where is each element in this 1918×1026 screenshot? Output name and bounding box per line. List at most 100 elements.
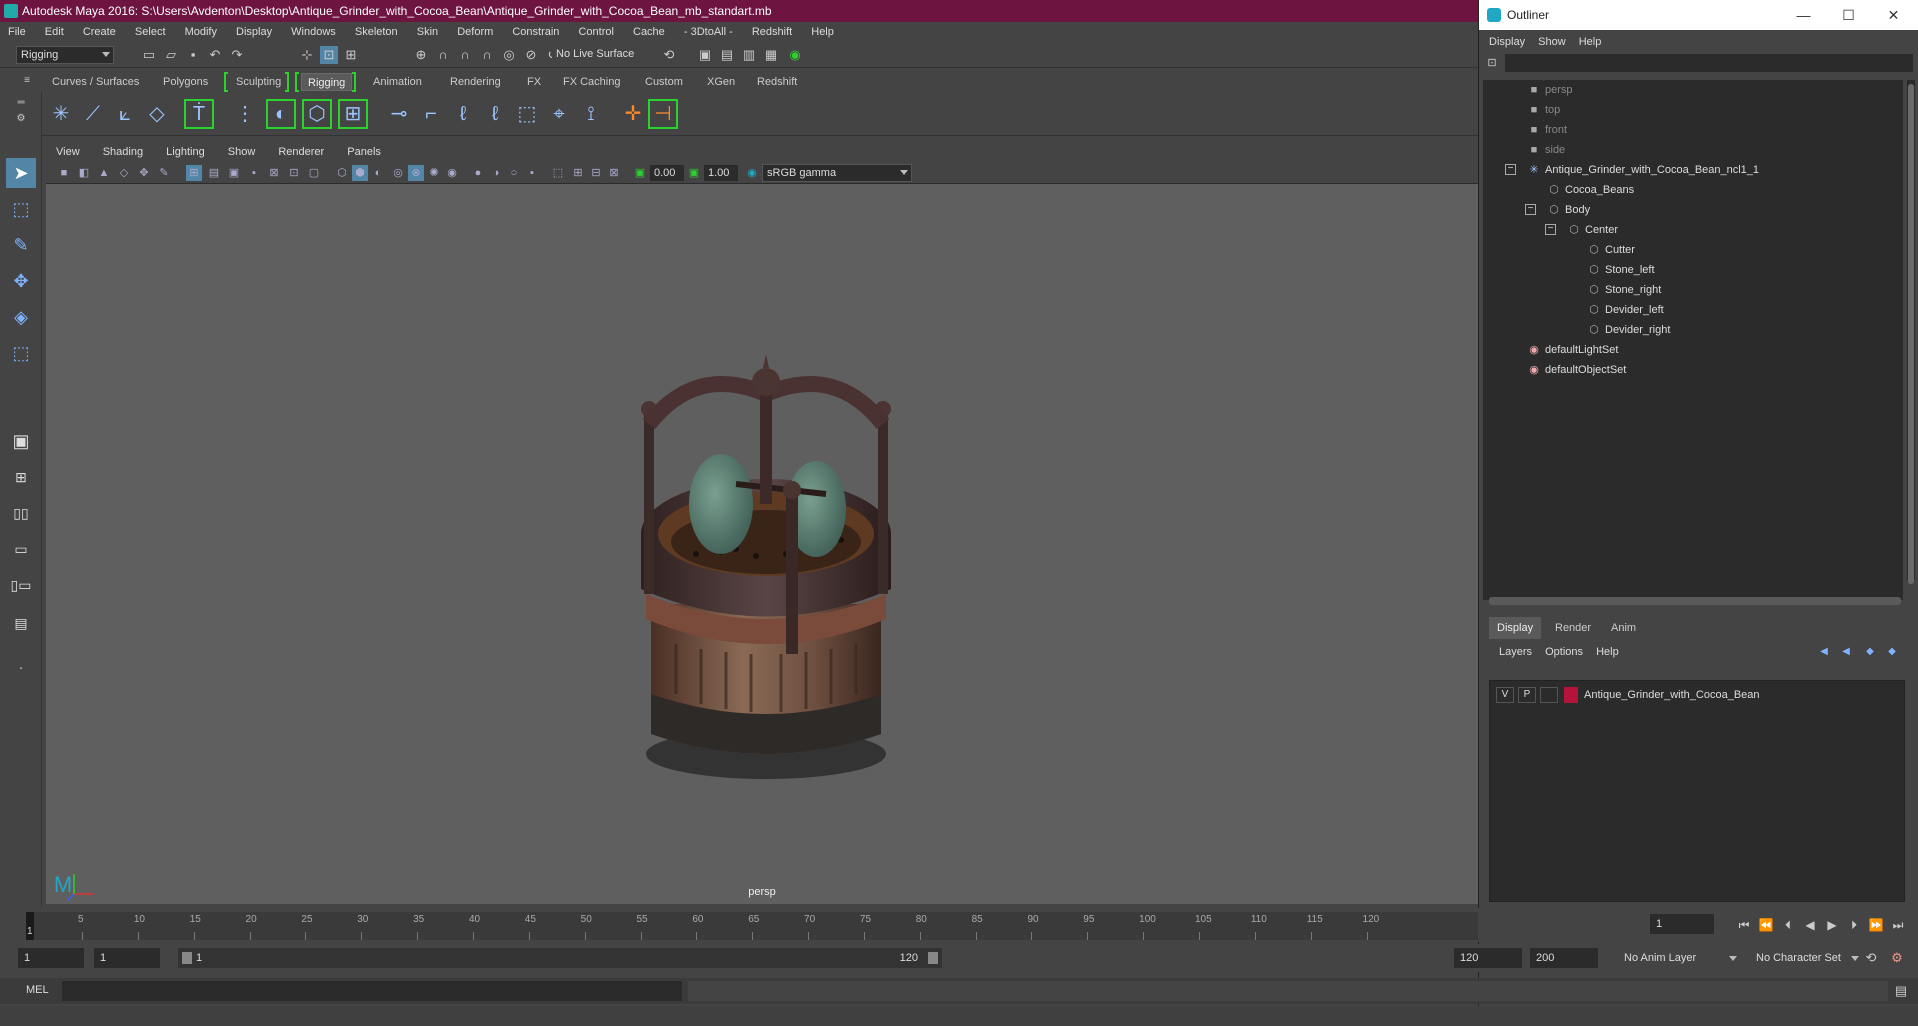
save-scene-icon[interactable]: ▪	[184, 46, 202, 64]
tree-node-mesh[interactable]: ⬡ Cocoa_Beans	[1547, 180, 1634, 200]
layer-row[interactable]: V P Antique_Grinder_with_Cocoa_Bean	[1490, 685, 1904, 705]
bind-skin-icon[interactable]: ⋮	[230, 99, 260, 129]
safe-title-icon[interactable]: ▢	[306, 165, 322, 181]
geometry-constraint-icon[interactable]: ⟟	[576, 99, 606, 129]
tab-curves-surfaces[interactable]: Curves / Surfaces	[46, 73, 145, 91]
colorspace-dropdown[interactable]: sRGB gamma	[762, 164, 912, 182]
pole-vector-icon[interactable]: ⌖	[544, 99, 574, 129]
history-icon[interactable]: ⟲	[660, 46, 678, 64]
camera-attr-icon[interactable]: ◧	[76, 165, 92, 181]
render-frame-icon[interactable]: ▤	[718, 46, 736, 64]
layer-type-toggle[interactable]	[1540, 687, 1558, 703]
resolution-gate-icon[interactable]: ▣	[226, 165, 242, 181]
layout-menu-icon[interactable]: ·	[6, 652, 36, 682]
scale-tool-icon[interactable]: ⬚	[6, 338, 36, 368]
maximize-button[interactable]: ☐	[1826, 0, 1871, 30]
range-slider[interactable]: 1 120	[178, 948, 942, 968]
exposure-icon[interactable]: ▣	[632, 165, 648, 181]
anim-layer-dropdown[interactable]: No Anim Layer	[1620, 948, 1740, 968]
range-end-handle[interactable]	[928, 952, 938, 964]
ssao-icon[interactable]: ●	[470, 165, 486, 181]
tree-node-mesh[interactable]: ⬡ Stone_right	[1587, 280, 1661, 300]
play-backward-icon[interactable]: ◀	[1800, 914, 1820, 936]
layer-visibility-toggle[interactable]: V	[1496, 687, 1514, 703]
ik-spline-icon[interactable]: ⟀	[110, 99, 140, 129]
outliner-search-input[interactable]	[1505, 54, 1913, 72]
minimize-button[interactable]: —	[1781, 0, 1826, 30]
tab-rendering[interactable]: Rendering	[444, 73, 507, 91]
collapse-toggle[interactable]: −	[1525, 204, 1536, 215]
vp-menu-shading[interactable]: Shading	[103, 146, 143, 158]
vp-menu-lighting[interactable]: Lighting	[166, 146, 205, 158]
smooth-shade-icon[interactable]: ⬢	[352, 165, 368, 181]
quick-rig-icon[interactable]: Ṫ	[184, 99, 214, 129]
preferences-icon[interactable]: ⚙	[1888, 949, 1906, 967]
cmd-language-label[interactable]: MEL	[26, 984, 49, 996]
frame-selected-icon[interactable]: ⊟	[588, 165, 604, 181]
aim-constraint-icon[interactable]: ⌐	[416, 99, 446, 129]
lattice-icon[interactable]: ⬡	[302, 99, 332, 129]
current-frame-field[interactable]: 1	[1650, 914, 1714, 934]
select-hierarchy-icon[interactable]: ⊹	[298, 46, 316, 64]
play-forward-icon[interactable]: ▶	[1822, 914, 1842, 936]
grease-pencil-icon[interactable]: ✎	[156, 165, 172, 181]
frame-all-icon[interactable]: ⊞	[570, 165, 586, 181]
hypershade-layout-icon[interactable]: ▤	[6, 608, 36, 638]
collapse-toggle[interactable]: −	[1545, 224, 1556, 235]
playback-end-field[interactable]: 120	[1454, 948, 1522, 968]
use-lights-icon[interactable]: ⊗	[408, 165, 424, 181]
open-scene-icon[interactable]: ▱	[162, 46, 180, 64]
tree-node-set[interactable]: ◉ defaultLightSet	[1527, 340, 1618, 360]
tab-anim-layers[interactable]: Anim	[1603, 617, 1644, 639]
command-input[interactable]	[62, 981, 682, 1001]
go-to-end-icon[interactable]: ⏭	[1888, 914, 1908, 936]
tab-redshift[interactable]: Redshift	[751, 73, 803, 91]
time-slider-track[interactable]: 5 10 15 20 25 30 35 40 45 50 55 60 65 70 75 80 85 90 95 100…	[26, 912, 1478, 940]
time-slider[interactable]: 5 10 15 20 25 30 35 40 45 50 55 60 65 70 75 80 85 90 95 100…	[0, 908, 1478, 942]
menu-file[interactable]: File	[8, 26, 26, 38]
menu-redshift[interactable]: Redshift	[752, 26, 792, 38]
render-settings-icon[interactable]: ▦	[762, 46, 780, 64]
vp-menu-view[interactable]: View	[56, 146, 80, 158]
menu-3dtoall[interactable]: - 3DtoAll -	[684, 26, 733, 38]
persp-outliner-icon[interactable]: ▯▭	[6, 570, 36, 600]
vp-menu-show[interactable]: Show	[228, 146, 256, 158]
joint-tool-icon[interactable]: ✳	[46, 99, 76, 129]
outliner-hscroll[interactable]	[1489, 597, 1901, 605]
side-by-side-icon[interactable]: ▯▯	[6, 498, 36, 528]
outliner-menu-help[interactable]: Help	[1579, 36, 1602, 48]
render-view-icon[interactable]: ▣	[696, 46, 714, 64]
menu-edit[interactable]: Edit	[45, 26, 64, 38]
menu-skeleton[interactable]: Skeleton	[355, 26, 398, 38]
playback-start-field[interactable]: 1	[94, 948, 160, 968]
bookmark-icon[interactable]: ▲	[96, 165, 112, 181]
menu-deform[interactable]: Deform	[457, 26, 493, 38]
outliner-menu-display[interactable]: Display	[1489, 36, 1525, 48]
tab-display-layers[interactable]: Display	[1489, 617, 1542, 639]
layer-menu-layers[interactable]: Layers	[1499, 646, 1532, 658]
menu-help[interactable]: Help	[811, 26, 834, 38]
tree-node-set[interactable]: ◉ defaultObjectSet	[1527, 360, 1626, 380]
locator-icon[interactable]: ✛	[618, 99, 648, 129]
menu-control[interactable]: Control	[578, 26, 613, 38]
new-scene-icon[interactable]: ▭	[140, 46, 158, 64]
tree-node-camera[interactable]: ■ front	[1527, 120, 1567, 140]
live-surface-field[interactable]: No Live Surface	[552, 46, 644, 64]
camera-sync-icon[interactable]: ⊠	[606, 165, 622, 181]
multisample-icon[interactable]: ○	[506, 165, 522, 181]
ipr-render-icon[interactable]: ▥	[740, 46, 758, 64]
rotate-tool-icon[interactable]: ◈	[6, 302, 36, 332]
tree-node-mesh[interactable]: ⬡ Center	[1567, 220, 1618, 240]
new-layer-icon[interactable]: ◆	[1861, 643, 1879, 661]
ik-handle-icon[interactable]: ⟋	[78, 99, 108, 129]
tree-node-mesh[interactable]: ⬡ Body	[1547, 200, 1590, 220]
tab-xgen[interactable]: XGen	[701, 73, 741, 91]
film-gate-icon[interactable]: ▤	[206, 165, 222, 181]
wireframe-icon[interactable]: ⬡	[334, 165, 350, 181]
textured-icon[interactable]: ◎	[390, 165, 406, 181]
range-start-handle[interactable]	[182, 952, 192, 964]
gamma-field[interactable]: 1.00	[704, 165, 738, 181]
close-button[interactable]: ✕	[1871, 0, 1916, 30]
tab-animation[interactable]: Animation	[367, 73, 428, 91]
tree-node-mesh[interactable]: ⬡ Devider_left	[1587, 300, 1664, 320]
